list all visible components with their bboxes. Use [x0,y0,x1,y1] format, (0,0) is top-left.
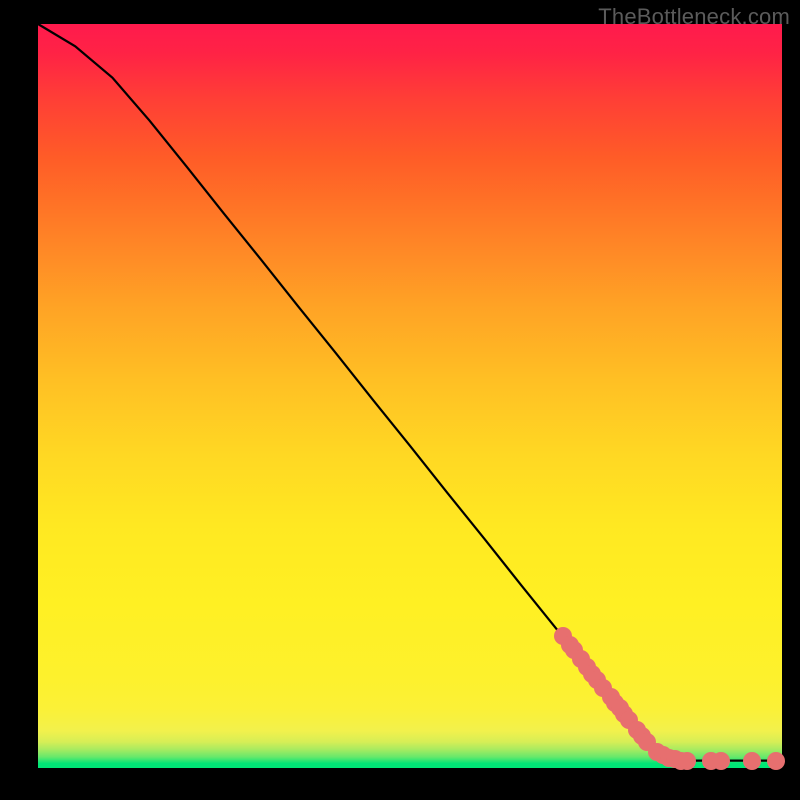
chart-curve-path [38,24,782,761]
chart-marker [767,752,785,770]
chart-plot-area [38,24,782,768]
chart-curve-svg [38,24,782,768]
chart-marker [743,752,761,770]
chart-marker [712,752,730,770]
chart-frame: TheBottleneck.com [0,0,800,800]
chart-marker [678,752,696,770]
